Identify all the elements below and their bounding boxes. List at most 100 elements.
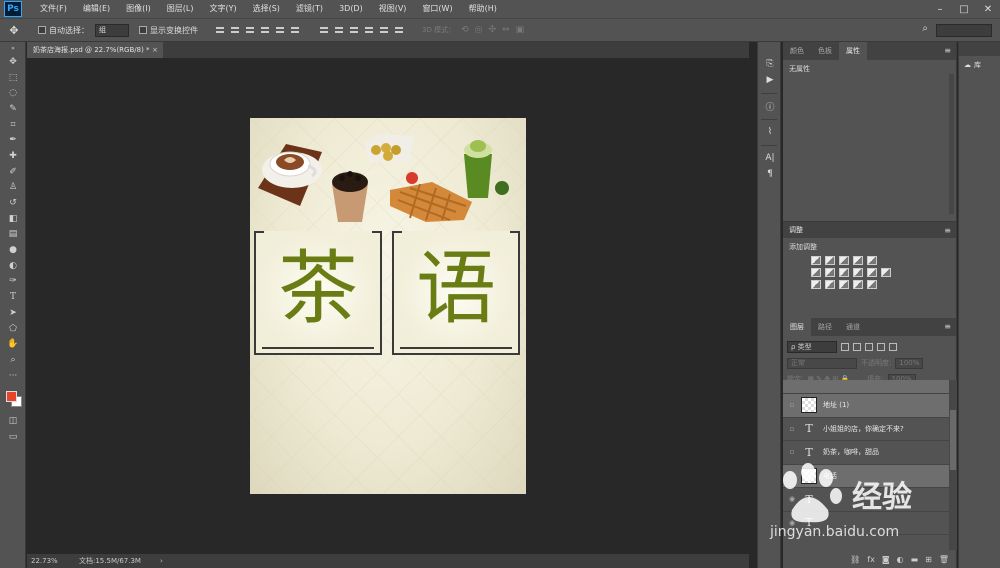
3d-roll-icon[interactable]: ◎ — [475, 25, 483, 35]
invert-icon[interactable] — [811, 280, 821, 289]
align-right-icon[interactable] — [287, 23, 302, 37]
shape-tool-icon[interactable]: ⬠ — [0, 321, 26, 337]
layers-menu-icon[interactable]: ≡ — [944, 318, 951, 336]
hue-saturation-icon[interactable] — [811, 268, 821, 277]
healing-brush-tool-icon[interactable]: ✚ — [0, 148, 26, 164]
3d-rotate-icon[interactable]: ⟲ — [461, 25, 469, 35]
clone-stamp-tool-icon[interactable]: ♙ — [0, 180, 26, 196]
hand-tool-icon[interactable]: ✋ — [0, 336, 26, 352]
info-icon[interactable]: ⓘ — [758, 98, 782, 114]
3d-slide-icon[interactable]: ⇔ — [502, 25, 510, 35]
adjustment-layer-icon[interactable]: ◐ — [897, 555, 904, 564]
menu-select[interactable]: 选择(S) — [245, 0, 288, 18]
distribute-hcenter-icon[interactable] — [376, 23, 391, 37]
workspace-selector[interactable] — [936, 24, 992, 37]
channel-mixer-icon[interactable] — [867, 268, 877, 277]
tab-paths[interactable]: 路径 — [811, 318, 839, 336]
zoom-level[interactable]: 22.73% — [31, 554, 58, 568]
document-tab[interactable]: 奶茶店海报.psd @ 22.7%(RGB/8) * × — [27, 42, 163, 58]
show-transform-checkbox[interactable] — [139, 26, 147, 34]
actions-play-icon[interactable]: ▶ — [758, 72, 782, 88]
new-layer-icon[interactable]: ⊞ — [925, 555, 932, 564]
quick-mask-icon[interactable]: ◫ — [0, 413, 26, 429]
panel-menu-icon[interactable]: ≡ — [944, 42, 951, 60]
poster-canvas[interactable]: 茶 语 — [250, 118, 526, 494]
tab-color[interactable]: 颜色 — [783, 42, 811, 60]
threshold-icon[interactable] — [839, 280, 849, 289]
move-tool-icon[interactable]: ✥ — [0, 54, 26, 70]
quick-select-tool-icon[interactable]: ✎ — [0, 101, 26, 117]
visibility-icon[interactable]: ▫ — [783, 448, 801, 456]
filter-smart-icon[interactable] — [889, 343, 897, 351]
tab-swatches[interactable]: 色板 — [811, 42, 839, 60]
type-tool-icon[interactable]: T — [0, 289, 26, 305]
menu-file[interactable]: 文件(F) — [32, 0, 75, 18]
tab-adjustments[interactable]: 调整 — [789, 225, 803, 235]
delete-layer-icon[interactable]: 🗑 — [939, 555, 949, 564]
filter-adjust-icon[interactable] — [853, 343, 861, 351]
photo-filter-icon[interactable] — [853, 268, 863, 277]
history-brush-tool-icon[interactable]: ↺ — [0, 195, 26, 211]
menu-3d[interactable]: 3D(D) — [331, 0, 371, 18]
visibility-icon[interactable]: ▫ — [783, 425, 801, 433]
layer-filter-dropdown[interactable]: ρ 类型 — [787, 341, 837, 353]
menu-type[interactable]: 文字(Y) — [201, 0, 244, 18]
menu-layer[interactable]: 图层(L) — [159, 0, 202, 18]
layer-style-icon[interactable]: fx — [867, 555, 875, 564]
new-group-icon[interactable]: ▬ — [911, 555, 919, 564]
status-menu-arrow[interactable]: › — [160, 554, 163, 568]
distribute-top-icon[interactable] — [316, 23, 331, 37]
foreground-color-swatch[interactable] — [6, 391, 17, 403]
3d-drag-icon[interactable]: ✣ — [488, 25, 496, 35]
selective-color-icon[interactable] — [867, 280, 877, 289]
align-vcenter-icon[interactable] — [227, 23, 242, 37]
adjustments-menu-icon[interactable]: ≡ — [944, 222, 951, 240]
align-left-icon[interactable] — [257, 23, 272, 37]
link-layers-icon[interactable]: ⛓ — [850, 555, 860, 564]
collapse-icon[interactable]: » — [0, 42, 26, 54]
auto-select-dropdown[interactable]: 组 — [95, 23, 129, 37]
distribute-right-icon[interactable] — [391, 23, 406, 37]
crop-tool-icon[interactable]: ⌗ — [0, 117, 26, 133]
maximize-icon[interactable]: □ — [952, 0, 976, 18]
gradient-tool-icon[interactable]: ▤ — [0, 227, 26, 243]
marquee-tool-icon[interactable]: ⬚ — [0, 70, 26, 86]
color-lookup-icon[interactable] — [881, 268, 891, 277]
pen-tool-icon[interactable]: ✑ — [0, 274, 26, 290]
distribute-bottom-icon[interactable] — [346, 23, 361, 37]
brush-tool-icon[interactable]: ✐ — [0, 164, 26, 180]
eyedropper-tool-icon[interactable]: ✒ — [0, 132, 26, 148]
menu-filter[interactable]: 滤镜(T) — [288, 0, 331, 18]
layer-row[interactable]: ▫ T 奶茶，咖啡，甜品 — [783, 441, 949, 465]
tab-layers[interactable]: 图层 — [783, 318, 811, 336]
opacity-field[interactable]: 100% — [895, 357, 924, 369]
tab-properties[interactable]: 属性 — [839, 42, 867, 60]
tab-channels[interactable]: 通道 — [839, 318, 867, 336]
layer-row[interactable]: ▫ 地址 (1) — [783, 394, 949, 418]
menu-view[interactable]: 视图(V) — [371, 0, 415, 18]
path-select-tool-icon[interactable]: ➤ — [0, 305, 26, 321]
filter-type-icon[interactable] — [865, 343, 873, 351]
screen-mode-icon[interactable]: ▭ — [0, 429, 26, 445]
menu-image[interactable]: 图像(I) — [118, 0, 159, 18]
properties-scrollbar[interactable] — [949, 74, 954, 214]
visibility-icon[interactable]: ▫ — [783, 401, 801, 409]
brightness-icon[interactable] — [811, 256, 821, 265]
blur-tool-icon[interactable]: ● — [0, 242, 26, 258]
align-bottom-icon[interactable] — [242, 23, 257, 37]
levels-icon[interactable] — [825, 256, 835, 265]
move-tool-icon[interactable]: ✥ — [0, 20, 28, 40]
more-tools-icon[interactable]: ··· — [0, 368, 26, 384]
exposure-icon[interactable] — [853, 256, 863, 265]
brush-settings-icon[interactable]: ⌇ — [758, 124, 782, 140]
auto-select-checkbox[interactable] — [38, 26, 46, 34]
distribute-vcenter-icon[interactable] — [331, 23, 346, 37]
minimize-icon[interactable]: – — [928, 0, 952, 18]
close-icon[interactable]: ✕ — [976, 0, 1000, 18]
layer-row[interactable]: ▫ T 小姐姐的店，你确定不来? — [783, 418, 949, 441]
history-icon[interactable]: ⎘ — [758, 56, 782, 72]
filter-shape-icon[interactable] — [877, 343, 885, 351]
libraries-button[interactable]: ☁ 库 — [959, 56, 1000, 74]
black-white-icon[interactable] — [839, 268, 849, 277]
paragraph-icon[interactable]: ¶ — [758, 166, 782, 182]
